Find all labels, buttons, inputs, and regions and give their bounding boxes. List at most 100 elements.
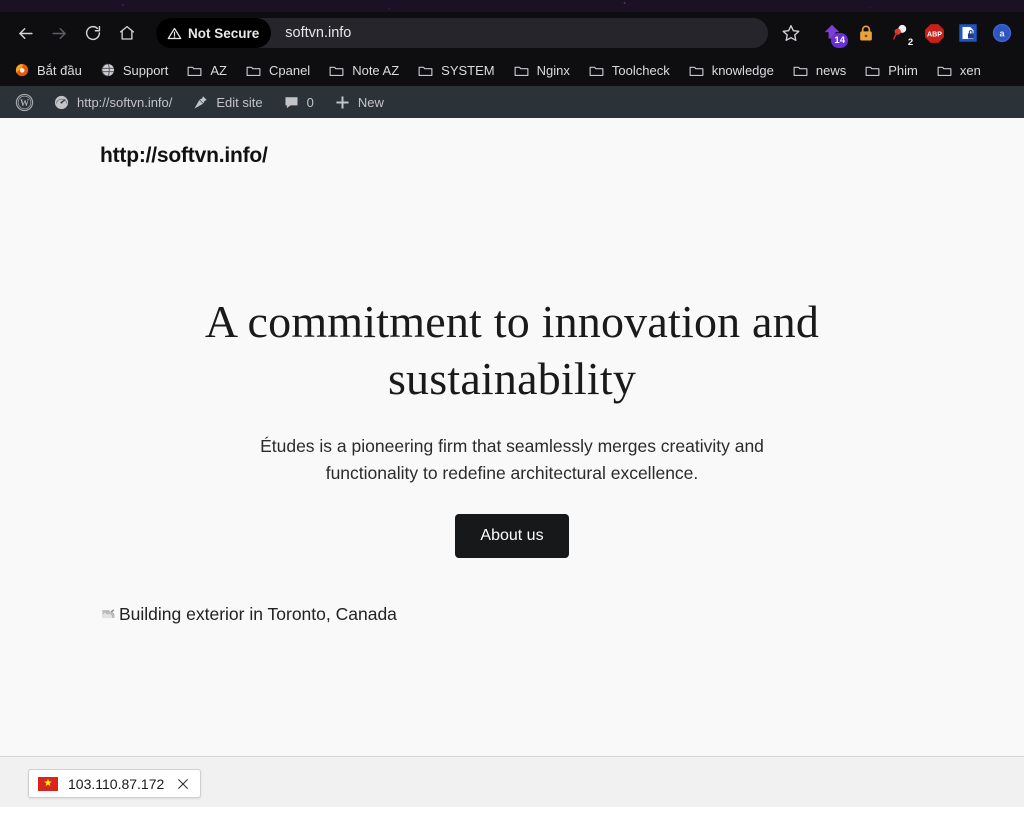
globe-icon (101, 63, 114, 77)
cookie-badge: 2 (907, 36, 914, 48)
padlock-icon (860, 25, 872, 41)
folder-icon (865, 66, 880, 76)
forward-arrow-icon (51, 27, 66, 39)
bookmark-label: Support (122, 62, 169, 78)
upload-badge: 14 (831, 33, 848, 48)
extensions-area: 14 2 ABP a (808, 21, 1014, 48)
bookmark-item-xen[interactable]: xen (928, 58, 989, 83)
admin-bar-edit-site[interactable]: Edit site (182, 86, 272, 118)
warning-triangle-icon (167, 27, 182, 39)
pencil-icon (194, 95, 208, 109)
proxy-ip-label: 103.110.87.172 (68, 775, 165, 792)
folder-icon (187, 66, 202, 76)
adblock-plus-icon[interactable]: ABP (922, 21, 946, 45)
document-lock-icon (959, 24, 977, 42)
admin-bar-comment-count: 0 (306, 94, 314, 110)
broken-image-placeholder: Building exterior in Toronto, Canada (100, 604, 397, 625)
firefox-icon (15, 63, 29, 77)
admin-bar-edit-label: Edit site (216, 94, 263, 110)
bookmark-item-bat-dau[interactable]: Bắt đầu (6, 58, 90, 82)
bookmark-item-az[interactable]: AZ (178, 58, 235, 83)
wordpress-admin-bar: W http://softvn.info/ Edit site 0 New (0, 86, 1024, 118)
folder-icon (329, 66, 344, 76)
comment-icon (285, 96, 298, 108)
folder-icon (589, 66, 604, 76)
hero-heading: A commitment to innovation and sustainab… (204, 296, 820, 405)
folder-icon (514, 66, 529, 76)
padlock-extension-icon[interactable] (854, 21, 878, 45)
broken-image-alt-text: Building exterior in Toronto, Canada (119, 604, 397, 624)
bookmark-item-note-az[interactable]: Note AZ (320, 58, 407, 83)
browser-chrome: Not Secure softvn.info 14 2 ABP a Bắt đầ… (0, 12, 1024, 86)
address-bar[interactable]: Not Secure softvn.info (156, 18, 768, 48)
bookmark-label: Note AZ (352, 62, 400, 78)
abp-label: ABP (927, 30, 942, 38)
account-circle-icon: a (992, 23, 1012, 43)
bookmark-item-phim[interactable]: Phim (856, 58, 926, 83)
wordpress-w-glyph: W (20, 97, 29, 107)
bookmark-label: Bắt đầu (37, 62, 82, 78)
close-icon (178, 778, 189, 789)
cookie-extension-icon[interactable]: 2 (888, 21, 913, 47)
folder-icon (418, 66, 433, 76)
folder-icon (793, 66, 808, 76)
bookmark-label: Toolcheck (611, 62, 670, 78)
plus-icon (336, 95, 349, 109)
about-us-button[interactable]: About us (455, 514, 569, 559)
flag-star-glyph: ★ (43, 777, 53, 789)
admin-bar-new-label: New (357, 94, 384, 110)
bookmark-item-toolcheck[interactable]: Toolcheck (580, 58, 678, 83)
admin-bar-wordpress-logo[interactable]: W (6, 86, 43, 118)
home-button[interactable] (110, 18, 144, 48)
broken-image-icon (102, 609, 115, 619)
bookmark-item-cpanel[interactable]: Cpanel (237, 58, 318, 83)
proxy-status-item[interactable]: ★ 103.110.87.172 (28, 769, 202, 798)
back-button[interactable] (8, 18, 42, 48)
folder-icon (937, 66, 952, 76)
bookmark-item-support[interactable]: Support (92, 58, 177, 82)
dashboard-icon (54, 95, 69, 109)
bookmark-label: Nginx (536, 62, 570, 78)
adblock-octagon-icon: ABP (924, 23, 944, 43)
bookmark-item-news[interactable]: news (784, 58, 854, 83)
reload-icon (85, 25, 101, 41)
forward-button[interactable] (42, 18, 76, 48)
security-label: Not Secure (188, 25, 260, 41)
star-icon (782, 25, 800, 41)
tab-strip[interactable] (0, 0, 1024, 12)
home-icon (119, 25, 135, 40)
bookmark-star-button[interactable] (774, 18, 808, 48)
security-indicator[interactable]: Not Secure (156, 18, 272, 48)
hero-paragraph: Études is a pioneering firm that seamles… (260, 436, 764, 483)
folder-icon (246, 66, 261, 76)
reload-button[interactable] (76, 18, 110, 48)
bookmark-item-knowledge[interactable]: knowledge (680, 58, 782, 83)
admin-bar-comments[interactable]: 0 (273, 86, 324, 118)
bottom-notification-bar: ★ 103.110.87.172 (0, 756, 1024, 807)
upload-extension-icon[interactable]: 14 (820, 21, 848, 48)
avatar-account-icon[interactable]: a (990, 21, 1014, 45)
page-content: http://softvn.info/ A commitment to inno… (0, 118, 1024, 807)
admin-bar-site-label: http://softvn.info/ (77, 94, 173, 110)
bookmark-item-system[interactable]: SYSTEM (409, 58, 502, 83)
bookmarks-bar: Bắt đầu Support AZ Cpanel Note AZ SYSTEM (0, 54, 1024, 86)
folder-icon (689, 66, 704, 76)
bookmark-label: news (815, 62, 847, 78)
bookmark-label: AZ (210, 62, 227, 78)
wordpress-logo-icon: W (15, 93, 34, 111)
bookmark-item-nginx[interactable]: Nginx (505, 58, 578, 83)
bookmark-label: xen (959, 62, 981, 78)
bookmark-label: Cpanel (269, 62, 311, 78)
admin-bar-new[interactable]: New (324, 86, 394, 118)
document-lock-extension-icon[interactable] (956, 21, 980, 45)
url-text[interactable]: softvn.info (285, 25, 351, 41)
bookmark-label: Phim (888, 62, 918, 78)
close-button[interactable] (174, 775, 192, 793)
hero-section: A commitment to innovation and sustainab… (0, 293, 1024, 559)
back-arrow-icon (18, 27, 33, 39)
site-title[interactable]: http://softvn.info/ (100, 144, 268, 168)
bookmark-label: knowledge (711, 62, 774, 78)
navigation-toolbar: Not Secure softvn.info 14 2 ABP a (0, 12, 1024, 54)
bookmark-label: SYSTEM (441, 62, 495, 78)
admin-bar-site-name[interactable]: http://softvn.info/ (43, 86, 182, 118)
